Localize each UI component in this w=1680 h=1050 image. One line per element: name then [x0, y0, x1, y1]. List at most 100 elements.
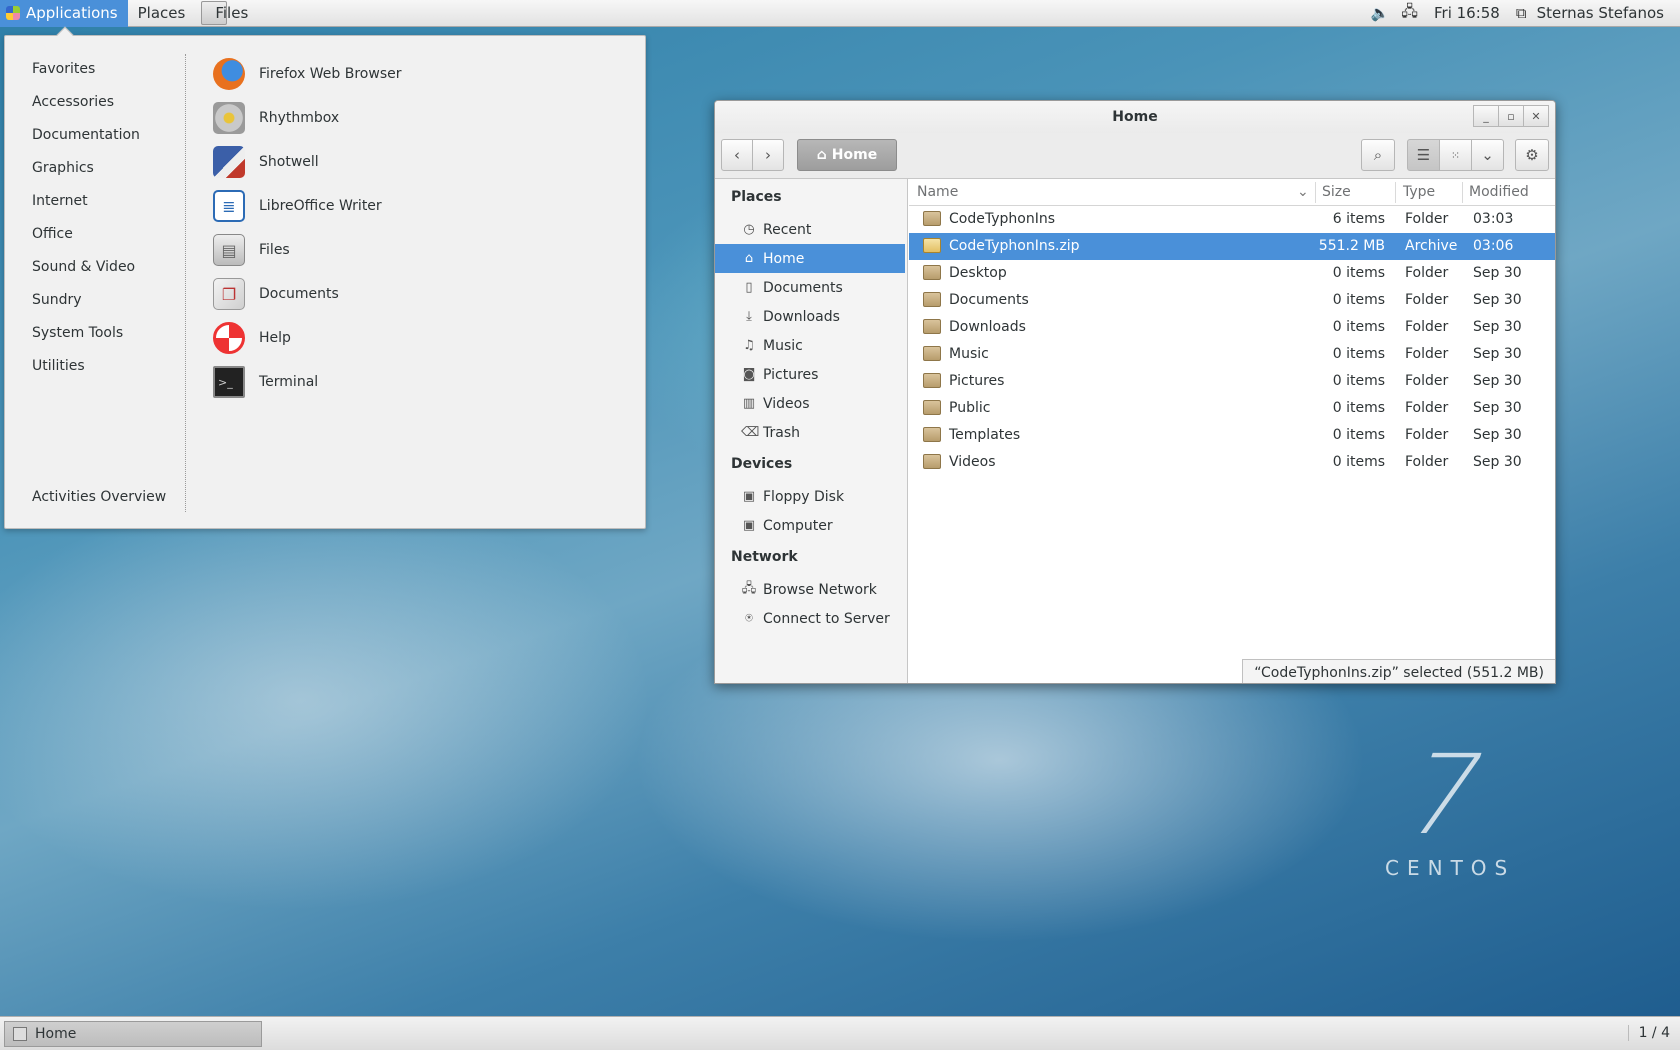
category-sundry[interactable]: Sundry — [32, 292, 82, 308]
category-favorites[interactable]: Favorites — [32, 61, 95, 77]
clock[interactable]: Fri 16:58 — [1424, 0, 1510, 27]
sidebar-item-downloads[interactable]: ⤓ Downloads — [715, 302, 905, 331]
app-documents[interactable]: ❐ Documents — [213, 276, 339, 312]
file-modified: Sep 30 — [1473, 400, 1522, 416]
app-files[interactable]: ▤ Files — [213, 232, 290, 268]
list-view-button[interactable]: ☰ — [1407, 139, 1440, 171]
user-menu[interactable]: Sternas Stefanos — [1533, 0, 1680, 27]
sidebar-item-label: Connect to Server — [763, 610, 890, 627]
column-type-header[interactable]: Type — [1403, 184, 1435, 200]
path-bar-home[interactable]: ⌂ Home — [797, 139, 897, 171]
file-type: Folder — [1405, 265, 1449, 281]
sidebar-item-label: Floppy Disk — [763, 488, 845, 505]
file-size: 0 items — [1332, 265, 1385, 281]
file-modified: Sep 30 — [1473, 346, 1522, 362]
sidebar-item-label: Documents — [763, 279, 843, 296]
grid-view-button[interactable]: ⁙ — [1439, 139, 1472, 171]
file-modified: 03:03 — [1473, 211, 1514, 227]
category-sound-video[interactable]: Sound & Video — [32, 259, 135, 275]
file-name: Pictures — [949, 373, 1005, 389]
menu-button[interactable]: ⚙ — [1515, 139, 1549, 171]
app-help[interactable]: Help — [213, 320, 291, 356]
close-button[interactable]: ✕ — [1523, 105, 1549, 127]
videos-folder-icon — [923, 454, 941, 469]
sidebar-item-music[interactable]: ♫ Music — [715, 331, 905, 360]
sidebar-item-recent[interactable]: ◷ Recent — [715, 215, 905, 244]
volume-icon[interactable]: 🔈 — [1371, 4, 1390, 22]
file-row-downloads[interactable]: Downloads 0 items Folder Sep 30 — [909, 314, 1555, 341]
file-row-pictures[interactable]: Pictures 0 items Folder Sep 30 — [909, 368, 1555, 395]
floppy-disk-icon: ▣ — [742, 489, 756, 504]
file-row-desktop[interactable]: Desktop 0 items Folder Sep 30 — [909, 260, 1555, 287]
sidebar-item-documents[interactable]: ▯ Documents — [715, 273, 905, 302]
file-row-templates[interactable]: Templates 0 items Folder Sep 30 — [909, 422, 1555, 449]
app-libreoffice-writer[interactable]: ≣ LibreOffice Writer — [213, 188, 382, 224]
category-internet[interactable]: Internet — [32, 193, 88, 209]
sidebar: Places ◷ Recent ⌂ Home ▯ Documents ⤓ Downloa… — [715, 179, 908, 683]
column-size-header[interactable]: Size — [1322, 184, 1351, 200]
file-modified: 03:06 — [1473, 238, 1514, 254]
minimize-button[interactable]: _ — [1473, 105, 1499, 127]
app-shotwell[interactable]: Shotwell — [213, 144, 319, 180]
maximize-button[interactable]: ▫ — [1498, 105, 1524, 127]
sort-chevron-icon[interactable]: ⌄ — [1297, 184, 1309, 200]
lifebuoy-icon — [213, 322, 245, 354]
file-name: Templates — [949, 427, 1021, 443]
category-accessories[interactable]: Accessories — [32, 94, 114, 110]
workspace-indicator[interactable]: 1 / 4 — [1627, 1025, 1670, 1041]
sidebar-item-browse-network[interactable]: 🖧 Browse Network — [715, 575, 905, 604]
app-terminal[interactable]: >_ Terminal — [213, 364, 318, 400]
file-row-videos[interactable]: Videos 0 items Folder Sep 30 — [909, 449, 1555, 476]
camera-icon: ◙ — [742, 367, 756, 382]
file-size: 551.2 MB — [1318, 238, 1385, 254]
file-row-codetyphonins-zip[interactable]: CodeTyphonIns.zip 551.2 MB Archive 03:06 — [909, 233, 1555, 260]
file-type: Folder — [1405, 373, 1449, 389]
sidebar-item-connect-to-server[interactable]: ⍟ Connect to Server — [715, 604, 905, 633]
sidebar-item-videos[interactable]: ▥ Videos — [715, 389, 905, 418]
sidebar-item-label: Downloads — [763, 308, 840, 325]
activities-overview[interactable]: Activities Overview — [32, 489, 166, 505]
column-modified-header[interactable]: Modified — [1469, 184, 1529, 200]
applications-menu-button[interactable]: Applications — [0, 0, 128, 27]
file-cabinet-icon — [13, 1027, 27, 1041]
sidebar-item-label: Videos — [763, 395, 810, 412]
file-modified: Sep 30 — [1473, 373, 1522, 389]
files-label: Files — [215, 4, 249, 22]
places-menu-button[interactable]: Places — [128, 0, 196, 27]
documents-folder-icon — [923, 292, 941, 307]
category-documentation[interactable]: Documentation — [32, 127, 140, 143]
file-name: Music — [949, 346, 989, 362]
files-app-menu-button[interactable]: Files — [195, 0, 258, 27]
file-row-public[interactable]: Public 0 items Folder Sep 30 — [909, 395, 1555, 422]
category-system-tools[interactable]: System Tools — [32, 325, 123, 341]
app-label: LibreOffice Writer — [259, 198, 382, 214]
file-size: 6 items — [1332, 211, 1385, 227]
view-options-button[interactable]: ⌄ — [1471, 139, 1504, 171]
file-row-codetyphonins[interactable]: CodeTyphonIns 6 items Folder 03:03 — [909, 206, 1555, 233]
file-type: Folder — [1405, 427, 1449, 443]
file-modified: Sep 30 — [1473, 265, 1522, 281]
category-office[interactable]: Office — [32, 226, 73, 242]
sidebar-item-computer[interactable]: ▣ Computer — [715, 511, 905, 540]
status-area: 🔈 🖧 Fri 16:58 ⧉ Sternas Stefanos — [1365, 0, 1680, 27]
window-titlebar[interactable]: Home _ ▫ ✕ — [715, 101, 1555, 133]
chevron-down-icon: ⌄ — [1481, 146, 1494, 164]
taskbar-item-home[interactable]: Home — [4, 1021, 262, 1047]
network-icon[interactable]: 🖧 — [1401, 1, 1418, 26]
bottom-panel: Home 1 / 4 — [0, 1016, 1680, 1050]
app-rhythmbox[interactable]: Rhythmbox — [213, 100, 339, 136]
app-firefox[interactable]: Firefox Web Browser — [213, 56, 402, 92]
file-row-documents[interactable]: Documents 0 items Folder Sep 30 — [909, 287, 1555, 314]
search-button[interactable]: ⌕ — [1361, 139, 1395, 171]
sidebar-item-home[interactable]: ⌂ Home — [715, 244, 905, 273]
forward-button[interactable]: › — [752, 139, 784, 171]
user-icon[interactable]: ⧉ — [1516, 4, 1527, 22]
sidebar-item-floppy-disk[interactable]: ▣ Floppy Disk — [715, 482, 905, 511]
sidebar-item-pictures[interactable]: ◙ Pictures — [715, 360, 905, 389]
column-name-header[interactable]: Name — [917, 184, 958, 200]
back-button[interactable]: ‹ — [721, 139, 753, 171]
file-row-music[interactable]: Music 0 items Folder Sep 30 — [909, 341, 1555, 368]
sidebar-item-trash[interactable]: ⌫ Trash — [715, 418, 905, 447]
category-graphics[interactable]: Graphics — [32, 160, 94, 176]
category-utilities[interactable]: Utilities — [32, 358, 85, 374]
